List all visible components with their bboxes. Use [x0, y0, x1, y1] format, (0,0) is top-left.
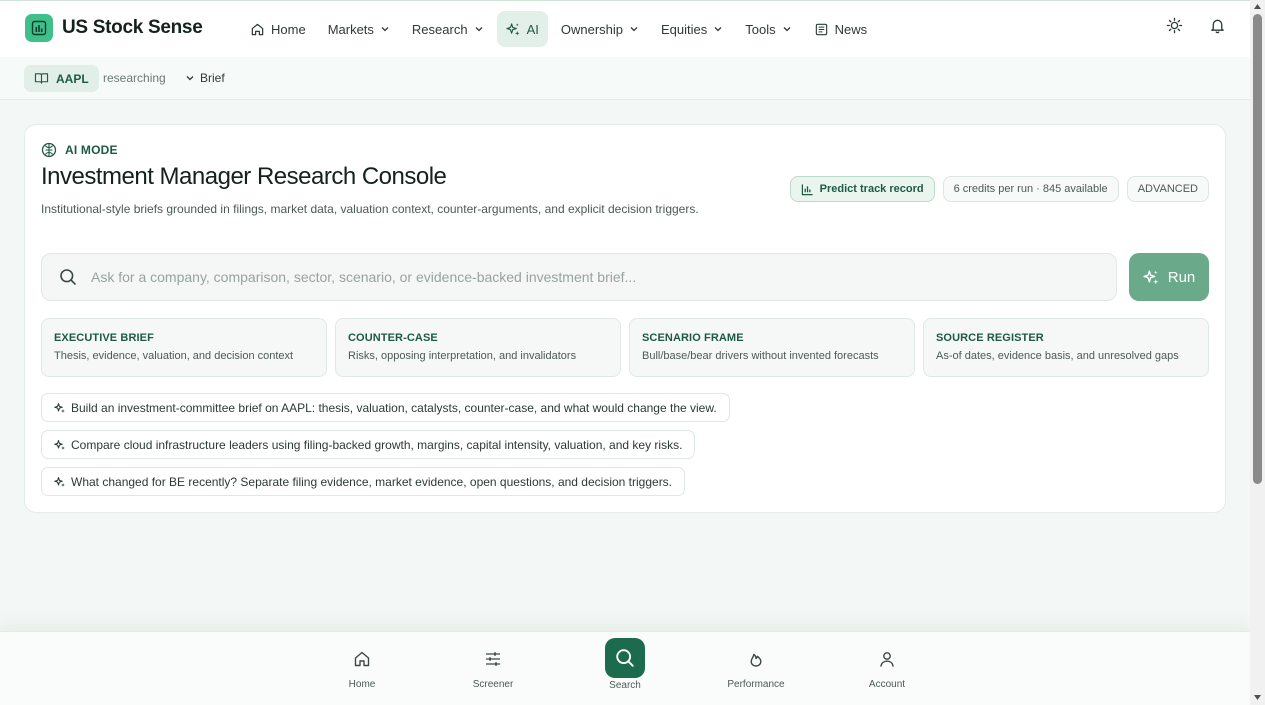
run-button-label: Run: [1167, 268, 1196, 286]
feature-scenario-frame[interactable]: SCENARIO FRAME Bull/base/bear drivers wi…: [629, 318, 915, 377]
newspaper-icon: [815, 23, 827, 35]
feature-description: Thesis, evidence, valuation, and decisio…: [54, 350, 294, 362]
research-console-card: AI MODE Investment Manager Research Cons…: [24, 124, 1226, 513]
bottom-nav-label: Screener: [472, 679, 514, 690]
suggestion-chip[interactable]: What changed for BE recently? Separate f…: [41, 467, 686, 496]
feature-title: SCENARIO FRAME: [642, 332, 744, 344]
feature-counter-case[interactable]: COUNTER-CASE Risks, opposing interpretat…: [335, 318, 621, 377]
search-input[interactable]: Ask for a company, comparison, sector, s…: [91, 269, 636, 285]
scroll-down-arrow-icon[interactable]: [1253, 694, 1262, 701]
chevron-down-icon: [714, 27, 722, 32]
mode-selector[interactable]: Brief: [185, 71, 225, 85]
suggestion-chip[interactable]: Compare cloud infrastructure leaders usi…: [41, 430, 696, 459]
scrollbar-thumb[interactable]: [1253, 14, 1262, 484]
credits-text: 6 credits per run · 845 available: [953, 183, 1108, 195]
sparkle-icon: [54, 439, 65, 450]
nav-equities[interactable]: Equities: [652, 11, 732, 47]
feature-executive-brief[interactable]: EXECUTIVE BRIEF Thesis, evidence, valuat…: [41, 318, 327, 377]
bottom-nav: Home Screener Search Performance Account: [0, 631, 1250, 705]
bottom-nav-label: Account: [868, 679, 906, 690]
predict-track-record-label: Predict track record: [819, 183, 924, 195]
nav-home-label: Home: [271, 21, 306, 37]
level-badge: ADVANCED: [1126, 176, 1209, 202]
nav-equities-label: Equities: [661, 21, 708, 37]
scroll-up-arrow-icon[interactable]: [1253, 3, 1262, 10]
feature-description: Risks, opposing interpretation, and inva…: [348, 350, 577, 362]
chevron-down-icon: [475, 27, 483, 32]
nav-ownership[interactable]: Ownership: [552, 11, 648, 47]
home-icon: [354, 651, 370, 667]
home-icon: [251, 23, 264, 35]
context-bar: AAPL researching Brief: [0, 57, 1250, 100]
ticker-symbol: AAPL: [56, 71, 89, 86]
chevron-down-icon: [630, 27, 638, 32]
page-title: Investment Manager Research Console: [41, 163, 447, 190]
nav-news[interactable]: News: [805, 11, 877, 47]
bottom-nav-label: Home: [348, 679, 376, 690]
level-text: ADVANCED: [1137, 183, 1198, 195]
chart-logo-icon: [25, 14, 53, 42]
nav-research[interactable]: Research: [403, 11, 493, 47]
run-button[interactable]: Run: [1129, 253, 1209, 301]
mode-selector-label: Brief: [200, 71, 225, 85]
ai-mode-text: AI MODE: [65, 143, 118, 157]
research-status: researching: [103, 71, 166, 85]
suggestion-text: What changed for BE recently? Separate f…: [71, 474, 673, 489]
nav-tools-label: Tools: [745, 21, 776, 37]
sparkle-icon: [54, 476, 65, 487]
bottom-nav-screener[interactable]: Screener: [448, 632, 538, 705]
nav-news-label: News: [834, 21, 868, 37]
page-scrollbar[interactable]: [1250, 0, 1265, 705]
bottom-nav-performance[interactable]: Performance: [711, 632, 801, 705]
bottom-nav-label: Performance: [727, 679, 785, 690]
suggestion-chip[interactable]: Build an investment-committee brief on A…: [41, 393, 730, 422]
research-search-box[interactable]: Ask for a company, comparison, sector, s…: [41, 253, 1117, 301]
user-icon: [880, 652, 894, 667]
bottom-nav-home[interactable]: Home: [317, 632, 407, 705]
sparkle-icon: [1143, 269, 1159, 284]
app-logo[interactable]: US Stock Sense: [25, 14, 203, 42]
suggestion-text: Compare cloud infrastructure leaders usi…: [71, 437, 683, 452]
feature-source-register[interactable]: SOURCE REGISTER As-of dates, evidence ba…: [923, 318, 1209, 377]
feature-description: As-of dates, evidence basis, and unresol…: [936, 350, 1179, 362]
flame-icon: [750, 653, 762, 667]
notification-bell-icon[interactable]: [1209, 17, 1226, 34]
bar-chart-icon: [801, 183, 813, 195]
search-icon: [616, 649, 634, 667]
nav-markets[interactable]: Markets: [319, 11, 399, 47]
theme-toggle-sun-icon[interactable]: [1166, 17, 1183, 34]
credits-badge: 6 credits per run · 845 available: [942, 176, 1119, 202]
nav-research-label: Research: [411, 21, 468, 37]
predict-track-record-button[interactable]: Predict track record: [789, 176, 935, 202]
chevron-down-icon: [783, 27, 791, 32]
nav-tools[interactable]: Tools: [736, 11, 800, 47]
nav-ai[interactable]: AI: [496, 11, 548, 47]
suggestion-text: Build an investment-committee brief on A…: [71, 400, 717, 415]
feature-title: COUNTER-CASE: [348, 332, 438, 344]
bottom-nav-label: Search: [609, 680, 641, 691]
feature-title: SOURCE REGISTER: [936, 332, 1044, 344]
chevron-down-icon: [381, 27, 389, 32]
bottom-nav-search[interactable]: Search: [580, 632, 670, 705]
ai-mode-label: AI MODE: [41, 142, 118, 158]
book-open-icon: [34, 73, 49, 84]
feature-title: EXECUTIVE BRIEF: [54, 332, 154, 344]
sparkle-icon: [54, 402, 65, 413]
nav-home[interactable]: Home: [241, 11, 315, 47]
nav-ai-label: AI: [526, 21, 539, 37]
page-description: Institutional-style briefs grounded in f…: [41, 202, 699, 216]
feature-description: Bull/base/bear drivers without invented …: [642, 350, 879, 362]
bottom-nav-account[interactable]: Account: [842, 632, 932, 705]
app-title: US Stock Sense: [62, 17, 203, 38]
search-icon: [60, 269, 76, 285]
brain-icon: [41, 142, 57, 158]
sparkle-icon: [505, 22, 520, 36]
nav-markets-label: Markets: [327, 21, 374, 37]
ticker-pill[interactable]: AAPL: [24, 65, 99, 92]
top-nav: US Stock Sense Home Markets Research AI …: [0, 0, 1250, 57]
sliders-icon: [486, 652, 500, 666]
nav-ownership-label: Ownership: [560, 21, 623, 37]
chevron-down-icon: [186, 76, 194, 81]
